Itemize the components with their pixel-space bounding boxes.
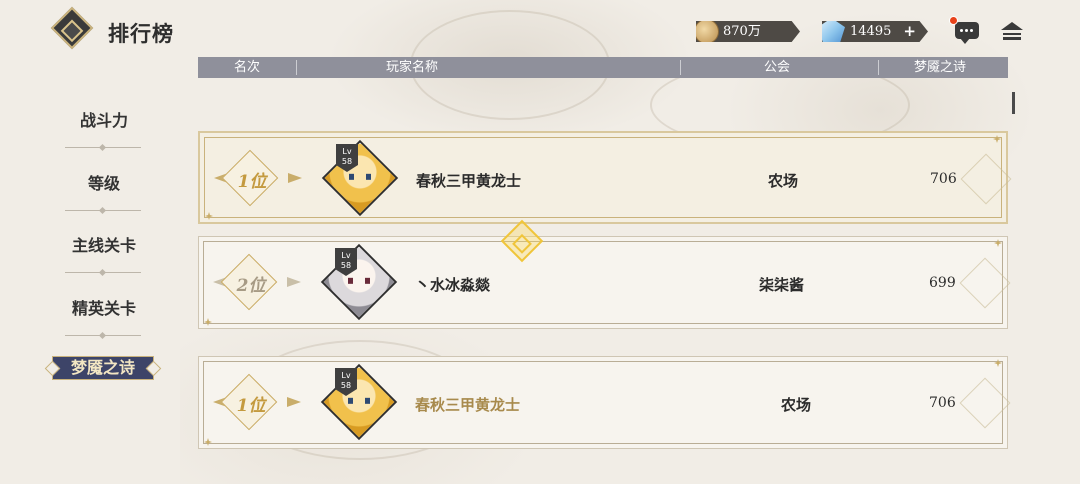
corner-star-icon [205,212,213,220]
player-avatar[interactable]: Lv 58 [320,243,398,321]
list-scrollbar[interactable] [1012,92,1015,114]
corner-star-icon [993,135,1001,143]
player-name: 丶水冰淼燚 [415,276,491,294]
leaderboard-row[interactable]: 2位 Lv 58 丶水冰淼燚 柒柒酱 699 [198,236,1011,329]
rank-wing-right [287,397,301,407]
column-rank: 名次 [234,60,261,75]
score-value: 699 [929,275,956,291]
column-guild: 公会 [764,60,791,75]
rank-value: 1位 [237,172,267,192]
guild-name: 农场 [781,396,812,414]
sidebar-divider [65,272,141,273]
back-logo-icon[interactable] [50,6,94,50]
add-gems-button[interactable]: + [903,21,916,42]
gem-icon [822,21,845,42]
row-decoration [959,257,1011,309]
score-value: 706 [930,171,957,187]
coin-amount: 870万 [723,24,761,39]
notification-dot [949,16,958,25]
page-title: 排行榜 [108,21,174,46]
row-decoration [959,377,1011,429]
sidebar-item-level[interactable]: 等级 [52,170,156,194]
corner-star-icon [204,318,212,326]
top-bar: 排行榜 870万 14495 + [0,0,1080,62]
score-value: 706 [929,395,956,411]
corner-star-icon [994,239,1002,247]
leaderboard-row[interactable]: 1位 Lv 58 春秋三甲黄龙士 农场 706 [198,131,1012,224]
sidebar-item-elite-stage[interactable]: 精英关卡 [52,295,156,319]
player-name: 春秋三甲黄龙士 [415,396,521,414]
leaderboard-column-header: 名次 玩家名称 公会 梦魇之诗 [198,57,1008,78]
my-rank-row[interactable]: 1位 Lv 58 春秋三甲黄龙士 农场 706 [198,356,1011,449]
sidebar-item-nightmare-poem[interactable]: 梦魇之诗 [52,356,154,380]
sidebar-item-main-stage[interactable]: 主线关卡 [52,232,156,256]
sidebar-divider [65,147,141,148]
rank-value: 1位 [236,396,266,416]
sidebar-divider [65,210,141,211]
ranking-category-sidebar: 战斗力 等级 主线关卡 精英关卡 [0,90,200,484]
corner-star-icon [994,359,1002,367]
rank-wing-right [287,277,301,287]
player-avatar[interactable]: Lv 58 [320,363,398,441]
sidebar-item-combat-power[interactable]: 战斗力 [52,107,156,131]
gem-counter: 14495 + [822,21,928,42]
column-score: 梦魇之诗 [914,60,967,75]
gem-amount: 14495 [850,24,892,39]
guild-name: 农场 [768,172,799,190]
coin-counter[interactable]: 870万 [696,21,800,42]
home-icon[interactable] [1001,22,1023,40]
coin-icon [696,21,719,42]
player-avatar[interactable]: Lv 58 [321,139,399,217]
column-player: 玩家名称 [386,60,439,75]
corner-star-icon [204,438,212,446]
sidebar-divider [65,335,141,336]
rank-value: 2位 [236,276,266,296]
chat-icon[interactable] [955,22,979,44]
row-decoration [960,153,1012,205]
rank-wing-right [288,173,302,183]
guild-name: 柒柒酱 [759,276,805,294]
player-name: 春秋三甲黄龙士 [416,172,522,190]
